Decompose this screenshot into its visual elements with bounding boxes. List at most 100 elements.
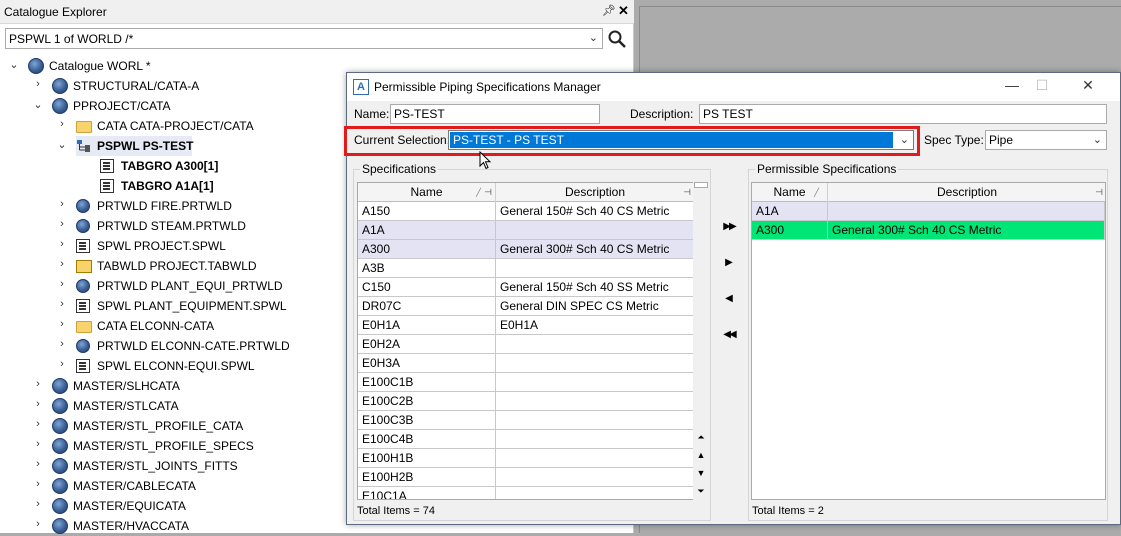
chevron-down-icon[interactable]: ⌄ <box>900 133 909 146</box>
scroll-bottom-button[interactable]: ⏷ <box>691 486 711 497</box>
table-row[interactable]: E100C2B <box>358 392 695 411</box>
spec-name-cell: E0H2A <box>358 335 496 354</box>
table-row[interactable]: A150 General 150# Sch 40 CS Metric <box>358 202 695 221</box>
close-button[interactable]: ✕ <box>1073 77 1103 97</box>
maximize-button[interactable]: ☐ <box>1027 77 1057 97</box>
table-row[interactable]: E0H2A <box>358 335 695 354</box>
chevron-right-icon[interactable]: › <box>32 418 44 430</box>
chevron-right-icon[interactable]: › <box>56 358 68 370</box>
table-row[interactable]: E0H1A E0H1A <box>358 316 695 335</box>
chevron-down-icon[interactable]: ⌄ <box>56 138 68 151</box>
globe-icon <box>52 78 68 94</box>
close-icon[interactable]: ✕ <box>618 3 629 19</box>
chevron-right-icon[interactable]: › <box>56 318 68 330</box>
table-row[interactable]: E100C4B <box>358 430 695 449</box>
chevron-right-icon[interactable]: › <box>56 298 68 310</box>
chevron-right-icon[interactable]: › <box>56 118 68 130</box>
table-row[interactable]: E100H2B <box>358 468 695 487</box>
pin-icon[interactable]: 📌︎ <box>602 4 616 17</box>
scroll-up-button[interactable]: ▲ <box>691 450 711 460</box>
spec-description-cell <box>496 373 695 392</box>
col-header-name[interactable]: Name ╱ <box>752 183 828 202</box>
add-button[interactable]: ▶ <box>719 257 739 268</box>
table-row[interactable]: A300 General 300# Sch 40 CS Metric <box>358 240 695 259</box>
sort-icon: ╱ <box>814 188 819 197</box>
chevron-right-icon[interactable]: › <box>56 258 68 270</box>
globe-icon <box>76 339 90 353</box>
table-icon <box>76 260 92 273</box>
table-row[interactable]: A1A <box>358 221 695 240</box>
table-row[interactable]: A300 General 300# Sch 40 CS Metric <box>752 221 1105 240</box>
chevron-down-icon[interactable]: ⌄ <box>589 31 598 44</box>
chevron-down-icon[interactable]: ⌄ <box>8 58 20 71</box>
globe-icon <box>52 458 68 474</box>
table-row[interactable]: A1A <box>752 202 1105 221</box>
spec-type-value: Pipe <box>989 133 1014 147</box>
spec-name-cell: E100H2B <box>358 468 496 487</box>
chevron-right-icon[interactable]: › <box>32 518 44 530</box>
pin-icon[interactable]: ⊣ <box>1095 183 1103 201</box>
specifications-scrollbar[interactable]: ⏶ ▲ ▼ ⏷ <box>693 182 709 500</box>
tree-node-label: MASTER/EQUICATA <box>73 499 186 513</box>
chevron-right-icon[interactable]: › <box>32 78 44 90</box>
col-header-description[interactable]: Description ⊣ <box>496 183 695 202</box>
catalogue-filter-value: PSPWL 1 of WORLD /* <box>9 32 134 46</box>
spec-icon <box>76 359 90 373</box>
table-row[interactable]: E100H1B <box>358 449 695 468</box>
table-row[interactable]: C150 General 150# Sch 40 SS Metric <box>358 278 695 297</box>
tree-node-label: MASTER/STL_JOINTS_FITTS <box>73 459 238 473</box>
table-row[interactable]: DR07C General DIN SPEC CS Metric <box>358 297 695 316</box>
scroll-thumb[interactable] <box>694 182 708 188</box>
spec-name-cell: A1A <box>358 221 496 240</box>
chevron-right-icon[interactable]: › <box>32 398 44 410</box>
specifications-group: Specifications Name ╱ ⊣ Description ⊣ A1… <box>353 162 711 521</box>
table-row[interactable]: E0H3A <box>358 354 695 373</box>
minimize-button[interactable]: — <box>997 77 1027 97</box>
chevron-down-icon[interactable]: ⌄ <box>32 98 44 111</box>
search-icon[interactable] <box>607 29 627 49</box>
chevron-right-icon[interactable]: › <box>32 478 44 490</box>
col-header-description[interactable]: Description ⊣ <box>828 183 1105 202</box>
permissible-description-cell: General 300# Sch 40 CS Metric <box>828 221 1105 240</box>
scroll-top-button[interactable]: ⏶ <box>691 432 711 443</box>
permissible-grid: Name ╱ Description ⊣ A1A A300 General 300#… <box>751 182 1106 500</box>
catalogue-filter-combo[interactable]: PSPWL 1 of WORLD /* ⌄ <box>5 28 603 49</box>
remove-all-button[interactable]: ◀◀ <box>719 329 739 340</box>
chevron-right-icon[interactable]: › <box>56 238 68 250</box>
spec-description-cell <box>496 487 695 499</box>
spec-description-cell <box>496 449 695 468</box>
tree-node-label: TABGRO A300[1] <box>121 159 219 173</box>
spec-name-cell: E100C4B <box>358 430 496 449</box>
name-field[interactable]: PS-TEST <box>390 104 600 124</box>
add-all-button[interactable]: ▶▶ <box>719 221 739 232</box>
pin-icon[interactable]: ⊣ <box>683 183 691 201</box>
current-selection-dropdown[interactable]: PS-TEST - PS TEST ⌄ <box>448 130 914 150</box>
scroll-down-button[interactable]: ▼ <box>691 468 711 478</box>
table-row[interactable]: E100C3B <box>358 411 695 430</box>
chevron-right-icon[interactable]: › <box>56 338 68 350</box>
spec-name-cell: E100C1B <box>358 373 496 392</box>
spec-type-dropdown[interactable]: Pipe ⌄ <box>985 130 1107 150</box>
chevron-right-icon[interactable]: › <box>56 198 68 210</box>
chevron-right-icon[interactable]: › <box>32 458 44 470</box>
pin-icon[interactable]: ⊣ <box>484 183 492 201</box>
globe-icon <box>76 199 90 213</box>
tree-node-label: MASTER/CABLECATA <box>73 479 196 493</box>
chevron-down-icon[interactable]: ⌄ <box>1093 133 1102 146</box>
remove-button[interactable]: ◀ <box>719 293 739 304</box>
chevron-right-icon[interactable]: › <box>32 498 44 510</box>
table-row[interactable]: E10C1A <box>358 487 695 499</box>
spec-description-cell: General 150# Sch 40 CS Metric <box>496 202 695 221</box>
table-row[interactable]: A3B <box>358 259 695 278</box>
chevron-right-icon[interactable]: › <box>32 438 44 450</box>
description-field[interactable]: PS TEST <box>699 104 1107 124</box>
globe-icon <box>76 279 90 293</box>
spec-name-cell: E100C2B <box>358 392 496 411</box>
chevron-right-icon[interactable]: › <box>56 218 68 230</box>
chevron-right-icon[interactable]: › <box>32 378 44 390</box>
table-row[interactable]: E100C1B <box>358 373 695 392</box>
spec-description-cell <box>496 392 695 411</box>
chevron-right-icon[interactable]: › <box>56 278 68 290</box>
col-header-name[interactable]: Name ╱ ⊣ <box>358 183 496 202</box>
spec-icon <box>100 179 114 193</box>
